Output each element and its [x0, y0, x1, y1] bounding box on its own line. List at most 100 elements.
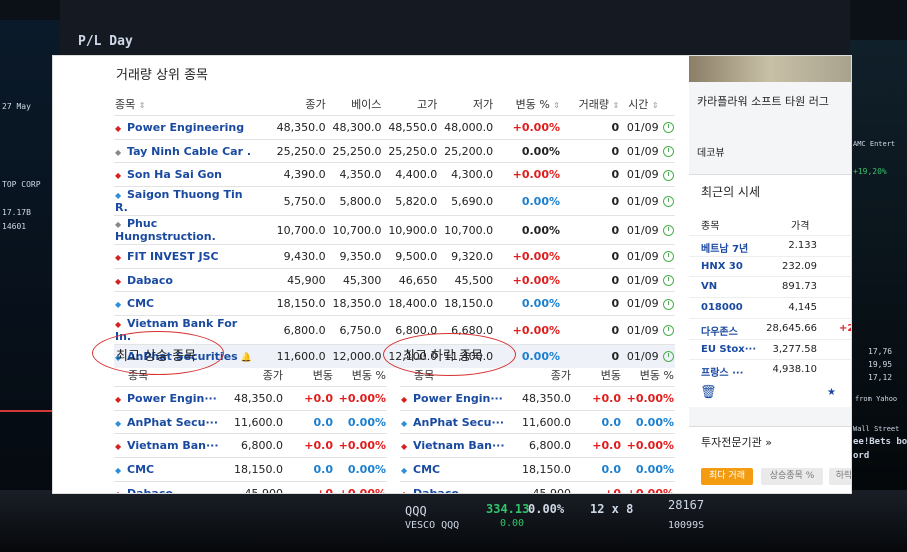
table-row[interactable]: ◆ Dabaco 45,900 45,300 46,650 45,500 +0.00% 0 01… [114, 267, 675, 292]
stock-name-link[interactable]: Power Engin··· [127, 392, 217, 405]
col-header-name[interactable]: 종목 [400, 364, 512, 387]
col-header-low[interactable]: 저가 [438, 93, 494, 116]
tab-top-losers[interactable]: 하락 [829, 468, 851, 485]
stock-name-link[interactable]: CMC [413, 463, 440, 476]
quote-name-link[interactable]: 베트남 7년 [701, 240, 748, 255]
table-row[interactable]: ◆ Phuc Hungnstruction. 10,700.0 10,700.0 10,… [114, 215, 675, 245]
sort-icon[interactable]: ⇕ [553, 101, 560, 110]
stock-name-link[interactable]: Vietnam Ban··· [127, 439, 219, 452]
col-header-base[interactable]: 베이스 [327, 93, 383, 116]
stock-name-cell[interactable]: ◆ CMC [400, 457, 512, 482]
col-header-change-pct[interactable]: 변동 % [622, 364, 675, 387]
table-row[interactable]: ◆ Saigon Thuong Tin R. 5,750.0 5,800.0 5,820… [114, 186, 675, 216]
quote-row[interactable]: 베트남 7년 2.133 [689, 235, 851, 256]
table-row[interactable]: ◆ AnPhat Secu··· 11,600.0 0.0 0.00% [400, 409, 675, 434]
col-header-time[interactable]: 시간 ⇕ [620, 93, 659, 116]
quote-price: 891.73 [782, 281, 817, 293]
stock-name-cell[interactable]: ◆ Phuc Hungnstruction. [114, 215, 257, 245]
stock-name-cell[interactable]: ◆ AnPhat Secu··· [114, 409, 224, 434]
sort-icon[interactable]: ⇕ [612, 101, 619, 110]
change-cell: +0.0 [284, 433, 334, 458]
table-row[interactable]: ◆ Power Engin··· 48,350.0 +0.0 +0.00% [400, 386, 675, 411]
stock-name-link[interactable]: CMC [127, 463, 154, 476]
table-row[interactable]: ◆ Vietnam Ban··· 6,800.0 +0.0 +0.00% [114, 433, 387, 458]
stock-name-link[interactable]: AnPhat Secu··· [127, 416, 218, 429]
stock-name-cell[interactable]: ◆ Vietnam Ban··· [114, 433, 224, 458]
quote-name-link[interactable]: HNX 30 [701, 261, 743, 272]
stock-name-cell[interactable]: ◆ Power Engin··· [114, 386, 224, 411]
table-row[interactable]: ◆ Vietnam Ban··· 6,800.0 +0.0 +0.00% [400, 433, 675, 458]
col-header-close[interactable]: 종가 [256, 93, 326, 116]
table-row[interactable]: ◆ CMC 18,150.0 0.0 0.00% [400, 457, 675, 482]
stock-name-link[interactable]: Dabaco [413, 487, 459, 493]
experts-title[interactable]: 투자전문기관 » [701, 434, 772, 450]
stock-name-cell[interactable]: ◆ FIT INVEST JSC [114, 244, 257, 269]
tab-top-gainers[interactable]: 상승종목 % [761, 468, 823, 485]
table-row[interactable]: ◆ Power Engineering 48,350.0 48,300.0 48,550… [114, 115, 675, 140]
table-row[interactable]: ◆ Power Engin··· 48,350.0 +0.0 +0.00% [114, 386, 387, 411]
quote-name-link[interactable]: 018000 [701, 302, 743, 313]
star-icon[interactable]: ★ [827, 387, 836, 398]
stock-name-cell[interactable]: ◆ CMC [114, 291, 257, 316]
table-row[interactable]: ◆ CMC 18,150.0 0.0 0.00% [114, 457, 387, 482]
quote-name-link[interactable]: VN [701, 281, 717, 292]
stock-name-cell[interactable]: ◆ AnPhat Secu··· [400, 409, 512, 434]
table-row[interactable]: ◆ CMC 18,150.0 18,350.0 18,400.0 18,150.0 0.00… [114, 291, 675, 316]
stock-name-link[interactable]: Power Engin··· [413, 392, 503, 405]
table-row[interactable]: ◆ AnPhat Secu··· 11,600.0 0.0 0.00% [114, 409, 387, 434]
stock-name-cell[interactable]: ◆Dabaco [114, 267, 257, 292]
col-header-change[interactable]: 변동 [284, 364, 334, 387]
stock-name-cell[interactable]: ◆ Son Ha Sai Gon [114, 162, 257, 187]
table-row[interactable]: ◆ Son Ha Sai Gon 4,390.0 4,350.0 4,400.0 4,30… [114, 162, 675, 187]
tab-most-traded[interactable]: 최다 거래 [701, 468, 753, 485]
table-row[interactable]: ◆Dabaco45,900+0+0.00% [114, 480, 387, 493]
quote-row[interactable]: 018000 4,145 [689, 297, 851, 318]
col-header-close[interactable]: 종가 [512, 364, 572, 387]
col-header-close[interactable]: 종가 [224, 364, 284, 387]
table-row[interactable]: ◆ Tay Ninh Cable Car . 25,250.0 25,250.0 25,… [114, 138, 675, 163]
stock-name-link[interactable]: AnPhat Secu··· [413, 416, 504, 429]
col-header-change-pct[interactable]: 변동 % [334, 364, 387, 387]
quote-name-link[interactable]: 프랑스 ··· [701, 364, 743, 379]
stock-name-cell[interactable]: ◆ Power Engin··· [400, 386, 512, 411]
stock-name-cell[interactable]: ◆Dabaco [114, 480, 224, 493]
col-header-name[interactable]: 종목 ⇕ [114, 93, 256, 116]
stock-name-link[interactable]: Son Ha Sai Gon [127, 168, 222, 181]
sort-icon[interactable]: ⇕ [139, 101, 146, 110]
article-thumbnail[interactable] [689, 56, 851, 82]
sort-icon[interactable]: ⇕ [652, 101, 659, 110]
table-row[interactable]: ◆Dabaco45,900+0+0.00% [400, 480, 675, 493]
quote-row[interactable]: EU Stox··· 3,277.58 [689, 338, 851, 360]
quote-row[interactable]: HNX 30 232.09 [689, 255, 851, 277]
quote-row[interactable]: 다우존스 28,645.66 +2 [689, 317, 851, 339]
stock-name-cell[interactable]: ◆ Power Engineering [114, 115, 257, 140]
table-row[interactable]: ◆ FIT INVEST JSC 9,430.0 9,350.0 9,500.0 9,32… [114, 244, 675, 269]
col-header-high[interactable]: 고가 [382, 93, 438, 116]
col-header-volume[interactable]: 거래량 ⇕ [561, 93, 620, 116]
stock-name-link[interactable]: FIT INVEST JSC [127, 250, 219, 263]
stock-name-link[interactable]: Saigon Thuong Tin R. [115, 188, 243, 214]
stock-name-link[interactable]: CMC [127, 297, 154, 310]
stock-name-link[interactable]: Dabaco [127, 274, 173, 287]
stock-name-cell[interactable]: ◆ Vietnam Ban··· [400, 433, 512, 458]
stock-name-cell[interactable]: ◆ Saigon Thuong Tin R. [114, 186, 257, 216]
col-header-change-pct[interactable]: 변동 % ⇕ [494, 93, 561, 116]
quote-row[interactable]: 프랑스 ··· 4,938.10 [689, 359, 851, 380]
stock-name-cell[interactable]: ◆ CMC [114, 457, 224, 482]
quote-name-link[interactable]: EU Stox··· [701, 344, 756, 355]
stock-name-cell[interactable]: ◆Dabaco [400, 480, 512, 493]
quote-col-name: 종목 [701, 221, 720, 232]
quote-row[interactable]: VN 891.73 [689, 276, 851, 297]
trash-icon[interactable]: 🗑 [700, 385, 717, 400]
quote-name-link[interactable]: 다우존스 [701, 323, 738, 338]
stock-name-link[interactable]: Dabaco [127, 487, 173, 493]
stock-name-link[interactable]: Vietnam Ban··· [413, 439, 505, 452]
stock-name-link[interactable]: Tay Ninh Cable Car . [127, 145, 251, 158]
stock-name-link[interactable]: Power Engineering [127, 121, 244, 134]
stock-name-cell[interactable]: ◆ Tay Ninh Cable Car . [114, 138, 257, 163]
col-header-change[interactable]: 변동 [572, 364, 622, 387]
col-header-name[interactable]: 종목 [114, 364, 224, 387]
article-title-link[interactable]: 카라플라워 소프트 타원 러그 [697, 93, 829, 109]
alert-bell-icon[interactable]: 🔔 [238, 353, 252, 363]
stock-name-link[interactable]: Phuc Hungnstruction. [115, 217, 216, 243]
